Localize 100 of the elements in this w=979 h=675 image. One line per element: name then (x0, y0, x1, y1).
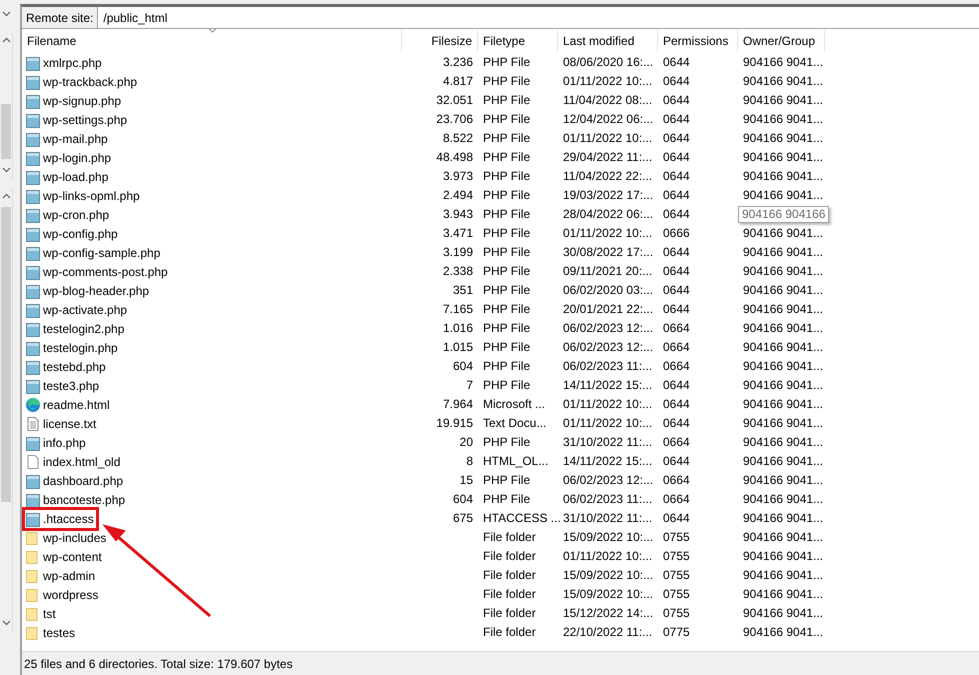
owner-group: 904166 9041... (743, 93, 824, 107)
scroll-up-icon[interactable] (2, 193, 10, 199)
file-row[interactable]: wp-signup.php 32.051 PHP File 11/04/2022 08:... 0644 904166 9041... (22, 91, 979, 110)
scroll-down-icon[interactable] (2, 620, 10, 626)
file-size: 19.915 (436, 416, 473, 430)
file-name[interactable]: info.php (43, 434, 86, 452)
file-row[interactable]: xmlrpc.php 3.236 PHP File 08/06/2020 16:... 0644 904166 9041... (22, 53, 979, 72)
file-row[interactable]: testebd.php 604 PHP File 06/02/2023 11:... 0664 904166 9041... (22, 357, 979, 376)
file-size: 604 (452, 359, 473, 373)
file-name[interactable]: teste3.php (43, 376, 100, 394)
file-type: PHP File (483, 74, 530, 88)
modified-date: 12/04/2022 06:... (563, 112, 654, 126)
file-row[interactable]: dashboard.php 15 PHP File 06/02/2023 12:... 0664 904166 9041... (22, 471, 979, 490)
file-name[interactable]: wp-mail.php (43, 130, 108, 148)
file-type: HTACCESS ... (483, 511, 561, 525)
file-name[interactable]: wp-blog-header.php (43, 282, 150, 300)
file-name[interactable]: wp-links-opml.php (43, 186, 140, 204)
file-row[interactable]: wp-config-sample.php 3.199 PHP File 30/08/2022 17:... 0644 904166 9041... (22, 243, 979, 262)
scroll-down-icon[interactable] (2, 167, 10, 173)
file-name[interactable]: tst (43, 604, 56, 622)
file-name[interactable]: xmlrpc.php (43, 54, 102, 72)
modified-date: 30/08/2022 17:... (563, 245, 654, 259)
file-row[interactable]: wp-mail.php 8.522 PHP File 01/11/2022 10:... 0644 904166 9041... (22, 129, 979, 148)
owner-group: 904166 9041... (743, 378, 824, 392)
file-icon (25, 492, 41, 508)
file-row[interactable]: wp-content File folder 01/11/2022 10:... 0755 904166 9041... (22, 547, 979, 566)
file-type: PHP File (483, 264, 530, 278)
permissions: 0644 (663, 283, 690, 297)
file-name[interactable]: wp-comments-post.php (43, 262, 168, 280)
file-row[interactable]: wp-config.php 3.471 PHP File 01/11/2022 10:... 0666 904166 9041... (22, 224, 979, 243)
file-size: 351 (452, 283, 473, 297)
file-name[interactable]: wp-login.php (43, 148, 112, 166)
file-name[interactable]: wp-content (43, 548, 102, 566)
column-header[interactable]: Owner/Group (738, 30, 825, 52)
file-row[interactable]: teste3.php 7 PHP File 14/11/2022 15:... 0644 904166 9041... (22, 376, 979, 395)
file-type: PHP File (483, 340, 530, 354)
file-name[interactable]: .htaccess (43, 510, 94, 528)
column-header[interactable]: Last modified (558, 30, 658, 52)
modified-date: 06/02/2023 12:... (563, 340, 654, 354)
file-row[interactable]: testelogin2.php 1.016 PHP File 06/02/2023 12:... 0664 904166 9041... (22, 319, 979, 338)
file-icon (25, 302, 41, 318)
file-row[interactable]: wordpress File folder 15/09/2022 10:... 0755 904166 9041... (22, 585, 979, 604)
file-size: 7.165 (442, 302, 473, 316)
column-header[interactable]: Permissions (658, 30, 738, 52)
column-header[interactable]: Filetype (478, 30, 558, 52)
file-type: PHP File (483, 302, 530, 316)
file-name[interactable]: wordpress (43, 586, 98, 604)
file-name[interactable]: wp-settings.php (43, 110, 128, 128)
scroll-up-icon[interactable] (2, 37, 10, 43)
file-row[interactable]: readme.html 7.964 Microsoft ... 01/11/2022 10:... 0644 904166 9041... (22, 395, 979, 414)
owner-group: 904166 9041... (743, 587, 824, 601)
file-row[interactable]: index.html_old 8 HTML_OL... 14/11/2022 15:... 0644 904166 9041... (22, 452, 979, 471)
file-type: PHP File (483, 226, 530, 240)
file-name[interactable]: bancoteste.php (43, 490, 126, 508)
scroll-down-icon[interactable] (2, 11, 11, 17)
file-row[interactable]: wp-blog-header.php 351 PHP File 06/02/2020 03:... 0644 904166 9041... (22, 281, 979, 300)
file-row[interactable]: wp-admin File folder 15/09/2022 10:... 0755 904166 9041... (22, 566, 979, 585)
file-row[interactable]: wp-cron.php 3.943 PHP File 28/04/2022 06:... 0644 904166 904166 (22, 205, 979, 224)
file-row[interactable]: info.php 20 PHP File 31/10/2022 11:... 0664 904166 9041... (22, 433, 979, 452)
column-header[interactable]: Filesize (402, 30, 478, 52)
file-size: 2.494 (442, 188, 473, 202)
file-row[interactable]: testes File folder 22/10/2022 11:... 0775 904166 9041... (22, 623, 979, 642)
file-name[interactable]: wp-admin (43, 566, 96, 584)
file-row[interactable]: wp-activate.php 7.165 PHP File 20/01/2021 22:... 0644 904166 9041... (22, 300, 979, 319)
file-name[interactable]: dashboard.php (43, 472, 124, 490)
modified-date: 06/02/2023 11:... (563, 492, 652, 506)
file-name[interactable]: wp-load.php (43, 168, 108, 186)
file-name[interactable]: wp-includes (43, 528, 106, 546)
file-row[interactable]: tst File folder 15/12/2022 14:... 0755 904166 9041... (22, 604, 979, 623)
file-name[interactable]: wp-trackback.php (43, 72, 138, 90)
file-name[interactable]: testelogin2.php (43, 320, 124, 338)
file-name[interactable]: wp-cron.php (43, 206, 110, 224)
file-row[interactable]: testelogin.php 1.015 PHP File 06/02/2023 12:... 0664 904166 9041... (22, 338, 979, 357)
file-name[interactable]: testelogin.php (43, 338, 118, 356)
modified-date: 28/04/2022 06:... (563, 207, 654, 221)
file-name[interactable]: testebd.php (43, 358, 106, 376)
owner-group: 904166 9041... (743, 150, 824, 164)
file-row[interactable]: wp-includes File folder 15/09/2022 10:... 0755 904166 9041... (22, 528, 979, 547)
column-header[interactable]: Filename (22, 30, 402, 52)
owner-group: 904166 9041... (743, 55, 824, 69)
file-name[interactable]: index.html_old (43, 452, 120, 470)
file-name[interactable]: wp-config-sample.php (43, 244, 160, 262)
file-row[interactable]: wp-settings.php 23.706 PHP File 12/04/2022 06:... 0644 904166 9041... (22, 110, 979, 129)
file-row[interactable]: wp-load.php 3.973 PHP File 11/04/2022 22:... 0644 904166 9041... (22, 167, 979, 186)
file-name[interactable]: wp-activate.php (43, 300, 128, 318)
file-row[interactable]: license.txt 19.915 Text Docu... 01/11/2022 10:... 0644 904166 9041... (22, 414, 979, 433)
file-icon (25, 150, 41, 166)
file-name[interactable]: wp-config.php (43, 224, 118, 242)
file-name[interactable]: license.txt (43, 414, 96, 432)
file-row[interactable]: wp-comments-post.php 2.338 PHP File 09/11/2021 20:... 0644 904166 9041... (22, 262, 979, 281)
file-type: PHP File (483, 283, 530, 297)
file-row[interactable]: bancoteste.php 604 PHP File 06/02/2023 11:... 0664 904166 9041... (22, 490, 979, 509)
file-icon (25, 472, 41, 488)
file-name[interactable]: wp-signup.php (43, 92, 122, 110)
file-row[interactable]: wp-login.php 48.498 PHP File 29/04/2022 11:... 0644 904166 9041... (22, 148, 979, 167)
tooltip: 904166 904166 (738, 206, 830, 223)
file-row[interactable]: wp-links-opml.php 2.494 PHP File 19/03/2022 17:... 0644 904166 9041... (22, 186, 979, 205)
file-row[interactable]: wp-trackback.php 4.817 PHP File 01/11/2022 10:... 0644 904166 9041... (22, 72, 979, 91)
file-name[interactable]: readme.html (43, 396, 110, 414)
file-name[interactable]: testes (43, 624, 76, 642)
